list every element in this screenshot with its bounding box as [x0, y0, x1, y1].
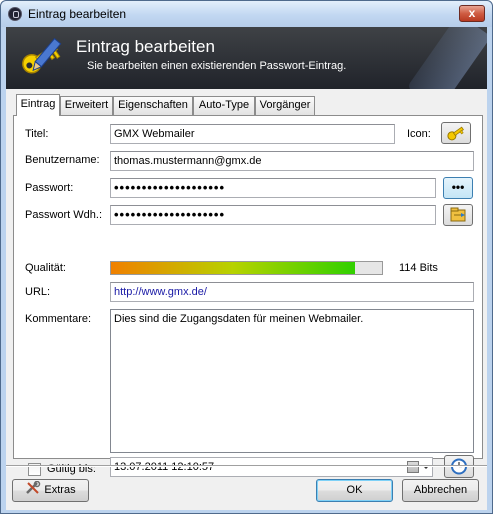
tab-strip: Eintrag Erweitert Eigenschaften Auto-Typ… [13, 94, 483, 116]
notes-label: Kommentare: [25, 313, 92, 325]
tab-eintrag[interactable]: Eintrag [16, 94, 60, 116]
icon-label: Icon: [407, 128, 431, 140]
window-title: Eintrag bearbeiten [28, 7, 127, 21]
cancel-button[interactable]: Abbrechen [402, 479, 479, 502]
lock-icon [8, 7, 22, 21]
url-field[interactable]: http://www.gmx.de/ [110, 282, 474, 302]
key-pen-icon [22, 37, 62, 74]
title-label: Titel: [25, 128, 49, 140]
username-label: Benutzername: [25, 154, 100, 166]
tab-vorganger[interactable]: Vorgänger [255, 96, 315, 115]
password-field[interactable]: •••••••••••••••••••• [110, 178, 436, 198]
username-field[interactable]: thomas.mustermann@gmx.de [110, 151, 474, 171]
password-generator-icon [450, 207, 466, 222]
title-bar[interactable]: Eintrag bearbeiten x [1, 1, 492, 27]
calendar-icon[interactable] [407, 461, 419, 473]
quality-bar [110, 261, 383, 275]
tools-icon [26, 480, 41, 494]
url-label: URL: [25, 286, 51, 298]
dialog-client-area: Eintrag bearbeiten Sie bearbeiten einen … [6, 27, 487, 510]
expires-datetime-field[interactable]: 13.07.2011 12:10:57 [110, 457, 433, 477]
password-generator-button[interactable] [443, 204, 473, 226]
tab-erweitert[interactable]: Erweitert [60, 96, 113, 115]
repeat-password-label: Passwort Wdh.: [25, 209, 103, 221]
toggle-password-visibility-button[interactable]: ••• [443, 177, 473, 199]
tab-panel-eintrag: Titel: GMX Webmailer Icon: Benutzername:… [13, 115, 483, 478]
notes-textarea[interactable]: Dies sind die Zugangsdaten für meinen We… [110, 309, 474, 453]
quality-label: Qualität: [25, 262, 66, 274]
title-field[interactable]: GMX Webmailer [110, 124, 395, 144]
extras-button[interactable]: Extras [12, 479, 89, 502]
footer-separator [6, 465, 487, 467]
header-banner: Eintrag bearbeiten Sie bearbeiten einen … [6, 27, 487, 89]
key-icon [447, 126, 464, 141]
banner-title: Eintrag bearbeiten [76, 37, 215, 56]
expires-datetime-value: 13.07.2011 12:10:57 [114, 461, 215, 473]
quality-bar-fill [111, 262, 355, 274]
close-button[interactable]: x [459, 5, 485, 22]
repeat-password-field[interactable]: •••••••••••••••••••• [110, 205, 436, 225]
pen-watermark-icon [406, 27, 487, 89]
icon-picker-button[interactable] [441, 122, 471, 144]
extras-button-label: Extras [44, 484, 76, 496]
edit-entry-dialog: Eintrag bearbeiten x Eintrag bearbeiten [0, 0, 493, 514]
banner-subtitle: Sie bearbeiten einen existierenden Passw… [87, 60, 347, 72]
quality-bits-text: 114 Bits [399, 262, 438, 274]
tab-auto-type[interactable]: Auto-Type [193, 96, 255, 115]
ok-button[interactable]: OK [316, 479, 393, 502]
password-label: Passwort: [25, 182, 74, 194]
tab-eigenschaften[interactable]: Eigenschaften [113, 96, 193, 115]
